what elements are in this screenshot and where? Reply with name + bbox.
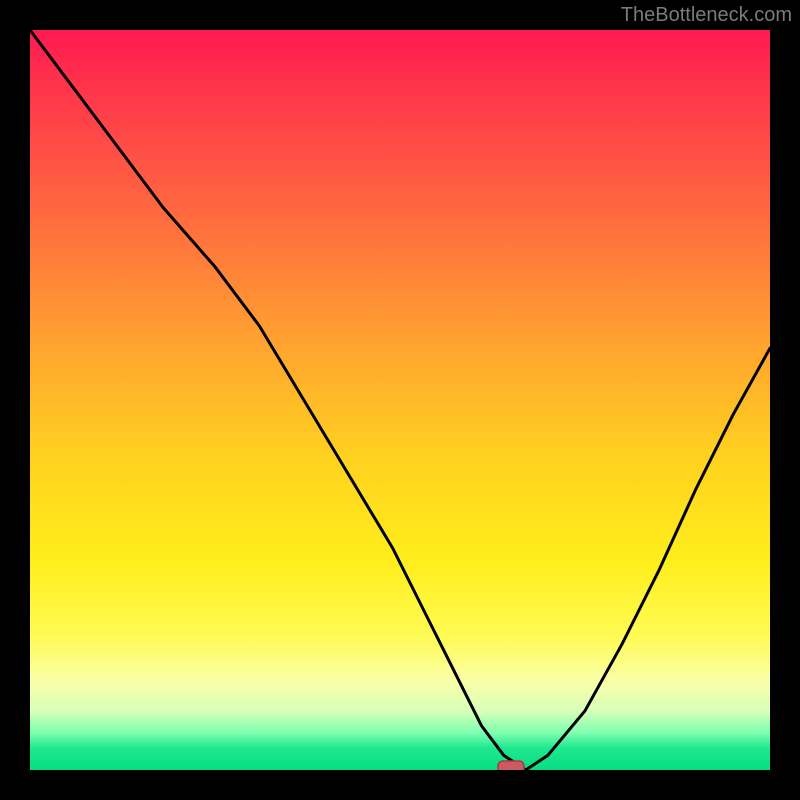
plot-area — [30, 30, 770, 770]
watermark-text: TheBottleneck.com — [621, 4, 792, 27]
optimal-marker — [498, 761, 524, 770]
chart-frame: TheBottleneck.com — [0, 0, 800, 800]
bottleneck-curve — [30, 30, 770, 770]
chart-svg — [30, 30, 770, 770]
